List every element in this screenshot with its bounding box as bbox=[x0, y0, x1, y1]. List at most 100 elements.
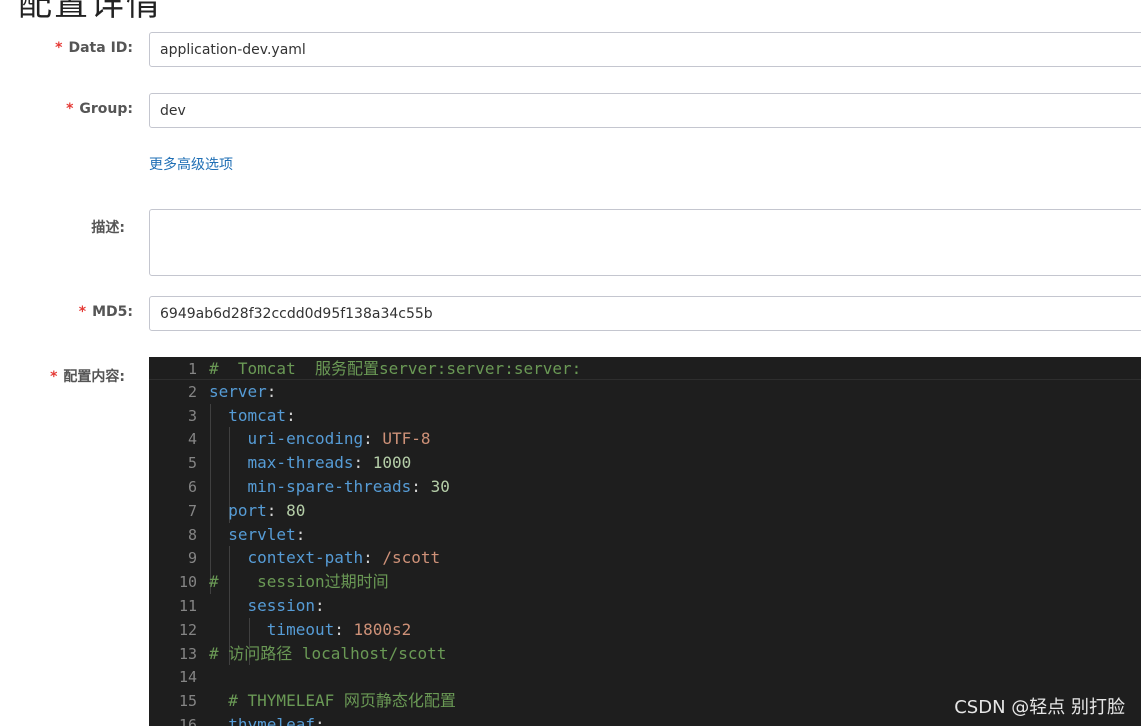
line-number: 10 bbox=[178, 573, 197, 592]
code-token: # 访问路径 localhost/scott bbox=[209, 643, 447, 663]
line-number: 1 bbox=[187, 360, 197, 378]
code-line[interactable]: 14 bbox=[149, 665, 1141, 689]
code-line[interactable]: 3 tomcat: bbox=[149, 404, 1141, 428]
line-number: 13 bbox=[178, 644, 197, 663]
code-line[interactable]: 5 max-threads: 1000 bbox=[149, 451, 1141, 475]
code-line[interactable]: 1 # Tomcat 服务配置server:server:server: bbox=[149, 357, 1141, 380]
code-token: min-spare-threads bbox=[247, 477, 412, 496]
code-text: max-threads: 1000 bbox=[209, 451, 412, 475]
required-mark: * bbox=[78, 304, 87, 320]
code-text: tomcat: bbox=[209, 404, 296, 428]
code-token: : bbox=[266, 381, 277, 401]
line-number: 4 bbox=[187, 430, 197, 449]
code-token: port bbox=[228, 500, 267, 520]
group-field[interactable]: dev bbox=[149, 93, 1141, 128]
code-line[interactable]: 4 uri-encoding: UTF-8 bbox=[149, 427, 1141, 451]
code-text: # Tomcat 服务配置server:server:server: bbox=[209, 357, 581, 381]
code-token: servlet bbox=[228, 524, 296, 544]
code-line[interactable]: 12 timeout: 1800s2 bbox=[149, 618, 1141, 642]
code-line[interactable]: 7 port: 80 bbox=[149, 499, 1141, 523]
code-token: thymeleaf bbox=[228, 715, 315, 726]
line-number: 12 bbox=[178, 620, 197, 639]
data-id-label: * Data ID: bbox=[55, 40, 133, 56]
advanced-options-link[interactable]: 更多高级选项 bbox=[149, 154, 233, 174]
code-token: : bbox=[363, 429, 383, 449]
code-token: : bbox=[353, 453, 373, 473]
code-text: # 访问路径 localhost/scott bbox=[209, 642, 446, 666]
line-number: 9 bbox=[187, 549, 197, 568]
line-number: 7 bbox=[187, 501, 197, 520]
line-number: 6 bbox=[187, 478, 197, 496]
code-line[interactable]: 10 # session过期时间 bbox=[149, 570, 1141, 594]
code-token: 1000 bbox=[372, 453, 412, 473]
watermark: CSDN @轻点 别打脸 bbox=[954, 697, 1125, 718]
line-number: 3 bbox=[187, 406, 197, 425]
code-token: UTF-8 bbox=[382, 429, 431, 449]
code-text: servlet: bbox=[209, 523, 305, 547]
line-number: 2 bbox=[187, 382, 197, 401]
content-label: * 配置内容: bbox=[50, 369, 125, 385]
code-token: 1800s2 bbox=[353, 619, 412, 639]
code-token: : bbox=[314, 715, 325, 726]
code-token: # Tomcat 服务配置server:server:server: bbox=[209, 359, 582, 378]
page-title: 配置详情 bbox=[18, 0, 162, 24]
code-token: uri-encoding bbox=[247, 429, 364, 449]
description-label: 描述: bbox=[91, 220, 125, 236]
code-line[interactable]: 11 session: bbox=[149, 594, 1141, 618]
line-number: 5 bbox=[187, 454, 197, 473]
code-token: server bbox=[209, 381, 267, 401]
code-text: context-path: /scott bbox=[209, 546, 441, 570]
code-editor[interactable]: 1 # Tomcat 服务配置server:server:server: 2 serv… bbox=[149, 357, 1141, 726]
code-token: : bbox=[363, 548, 383, 568]
code-text: port: 80 bbox=[209, 499, 305, 523]
code-token: : bbox=[411, 477, 431, 496]
code-line[interactable]: 2 server: bbox=[149, 380, 1141, 404]
code-token: timeout bbox=[266, 619, 335, 639]
code-token: session bbox=[247, 596, 315, 615]
required-mark: * bbox=[50, 369, 58, 385]
md5-field[interactable]: 6949ab6d28f32ccdd0d95f138a34c55b bbox=[149, 296, 1141, 331]
description-textarea[interactable] bbox=[149, 209, 1141, 276]
code-line[interactable]: 8 servlet: bbox=[149, 523, 1141, 547]
code-token: /scott bbox=[382, 548, 441, 568]
code-token: : bbox=[314, 596, 325, 615]
line-number: 16 bbox=[178, 716, 197, 726]
code-token: tomcat bbox=[228, 405, 287, 425]
code-line[interactable]: 9 context-path: /scott bbox=[149, 546, 1141, 570]
code-token: # session过期时间 bbox=[209, 572, 389, 592]
line-number: 8 bbox=[187, 525, 197, 544]
code-text: uri-encoding: UTF-8 bbox=[209, 427, 431, 451]
code-line[interactable]: 6 min-spare-threads: 30 bbox=[149, 475, 1141, 499]
code-line[interactable]: 13 # 访问路径 localhost/scott bbox=[149, 642, 1141, 666]
code-token: context-path bbox=[247, 548, 364, 568]
code-text: min-spare-threads: 30 bbox=[209, 475, 450, 499]
required-mark: * bbox=[66, 101, 74, 117]
code-text: # session过期时间 bbox=[209, 570, 389, 594]
data-id-field[interactable]: application-dev.yaml bbox=[149, 32, 1141, 67]
code-token: : bbox=[266, 500, 287, 520]
md5-label: * MD5: bbox=[78, 304, 133, 320]
code-text: server: bbox=[209, 380, 276, 404]
code-token: 30 bbox=[430, 477, 450, 496]
line-number: 11 bbox=[178, 597, 197, 615]
line-number: 15 bbox=[178, 692, 197, 711]
code-token: : bbox=[286, 405, 296, 425]
code-token: # THYMELEAF 网页静态化配置 bbox=[228, 691, 456, 711]
code-text: # THYMELEAF 网页静态化配置 bbox=[209, 689, 456, 713]
group-label: * Group: bbox=[66, 101, 133, 117]
code-token: : bbox=[295, 524, 306, 544]
code-token: 80 bbox=[286, 500, 306, 520]
code-text: session: bbox=[209, 594, 325, 618]
required-mark: * bbox=[55, 40, 63, 56]
code-token: : bbox=[334, 619, 354, 639]
